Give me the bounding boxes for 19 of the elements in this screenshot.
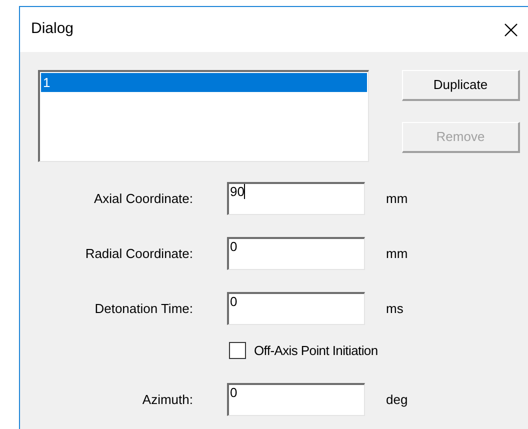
unit-label: mm (386, 190, 408, 208)
field-label: Axial Coordinate: (93, 190, 194, 208)
field-label: Radial Coordinate: (84, 244, 194, 263)
dialog-button[interactable]: Duplicate (402, 70, 520, 101)
unit-label: mm (386, 244, 408, 263)
field-label: Azimuth: (141, 390, 194, 409)
input-field[interactable]: 0 (227, 292, 365, 325)
checkbox[interactable] (229, 342, 246, 359)
unit-label: deg (386, 390, 408, 409)
checkbox-label: Off-Axis Point Initiation (254, 342, 378, 360)
window-title: Dialog (31, 19, 74, 40)
unit-label: ms (386, 300, 404, 318)
close-icon (504, 22, 518, 36)
list-item[interactable]: 1 (41, 73, 367, 92)
input-field[interactable]: 90 (227, 182, 365, 215)
field-label: Detonation Time: (94, 300, 194, 318)
input-field[interactable]: 0 (227, 383, 365, 416)
list-box[interactable]: 1 (38, 70, 369, 162)
input-field[interactable]: 0 (227, 237, 365, 270)
